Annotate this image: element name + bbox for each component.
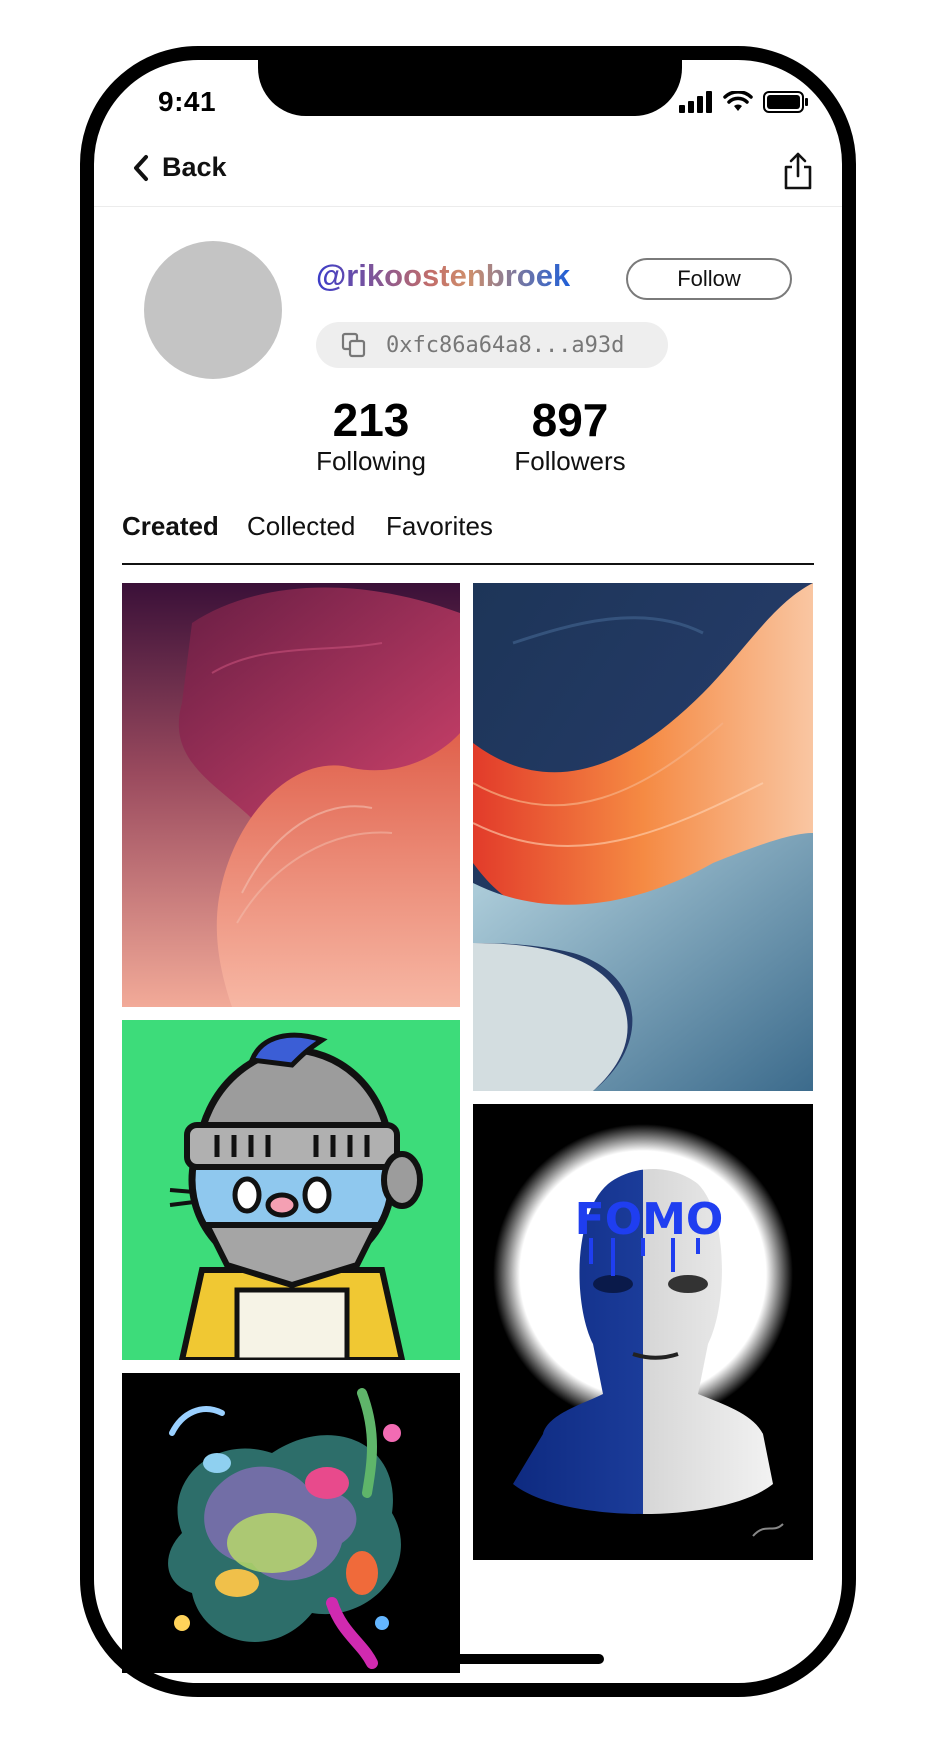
artwork-abstract-sculpture[interactable]: [122, 1373, 460, 1673]
following-label: Following: [316, 446, 426, 476]
wifi-icon: [723, 91, 753, 111]
phone-notch: [258, 46, 682, 116]
wallet-address-copy[interactable]: 0xfc86a64a8...a93d: [316, 322, 668, 368]
chevron-left-icon: [134, 154, 148, 181]
artwork-image: [122, 1373, 460, 1673]
artwork-image: [122, 1020, 460, 1360]
username: @rikoostenbroek: [316, 258, 571, 293]
back-button[interactable]: Back: [132, 152, 227, 183]
followers-count: 897: [531, 394, 609, 446]
wallet-address: 0xfc86a64a8...a93d: [386, 332, 625, 358]
navigation-bar: Back: [94, 152, 842, 207]
artwork-orange-blue-swirl[interactable]: [473, 583, 813, 1091]
share-icon[interactable]: [782, 152, 814, 192]
cellular-signal-icon: [679, 91, 712, 113]
artwork-knight-creature[interactable]: [122, 1020, 460, 1360]
profile-tabs: Created Collected Favorites: [122, 511, 814, 565]
back-label: Back: [162, 152, 227, 182]
tab-favorites[interactable]: Favorites: [386, 511, 493, 542]
followers-label: Followers: [514, 446, 626, 476]
following-count: 213: [332, 394, 410, 446]
follow-button[interactable]: Follow: [626, 258, 792, 300]
artwork-image: [122, 583, 460, 1007]
artwork-image: FOMO: [473, 1104, 813, 1560]
artwork-image: [473, 583, 813, 1091]
following-stat[interactable]: 213 Following: [306, 394, 436, 476]
tab-created[interactable]: Created: [122, 511, 219, 542]
copy-icon: [341, 332, 366, 358]
avatar[interactable]: [144, 241, 282, 379]
artwork-fomo-bust[interactable]: FOMO: [473, 1104, 813, 1560]
battery-icon: [763, 91, 808, 113]
tab-collected[interactable]: Collected: [247, 511, 355, 542]
status-icons: [679, 91, 809, 113]
followers-stat[interactable]: 897 Followers: [500, 394, 640, 476]
artwork-pink-waves[interactable]: [122, 583, 460, 1007]
status-time: 9:41: [158, 86, 217, 117]
fomo-graffiti-text: FOMO: [575, 1194, 724, 1245]
home-indicator[interactable]: [404, 1654, 604, 1664]
